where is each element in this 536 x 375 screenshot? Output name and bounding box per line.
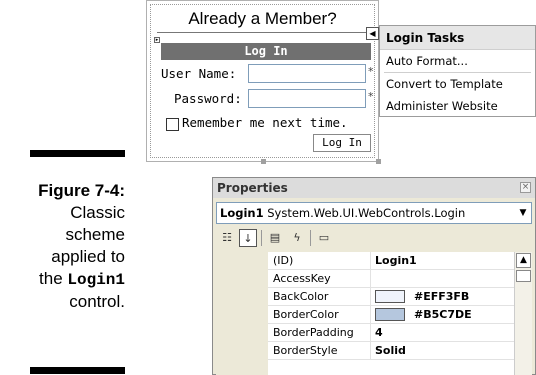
row-divider xyxy=(370,306,371,324)
login-header: Log In xyxy=(161,43,371,60)
row-divider xyxy=(370,270,371,288)
title-divider xyxy=(157,32,368,33)
property-value: Solid xyxy=(375,344,406,357)
expand-icon[interactable]: ▸ xyxy=(154,37,160,43)
properties-icon[interactable]: ▤ xyxy=(266,229,284,247)
password-required-marker: * xyxy=(368,90,374,103)
row-divider xyxy=(370,324,371,342)
property-name: BackColor xyxy=(273,290,329,303)
property-row-backcolor[interactable]: BackColor #EFF3FB xyxy=(268,288,514,306)
properties-title: Properties xyxy=(213,178,535,198)
caption-rule-top xyxy=(30,150,125,157)
property-value: #EFF3FB xyxy=(414,290,470,303)
row-divider xyxy=(370,252,371,270)
resize-handle-bottom[interactable] xyxy=(261,159,266,164)
password-label: Password: xyxy=(174,91,242,106)
properties-window: Properties × Login1 System.Web.UI.WebCon… xyxy=(212,177,536,375)
grid-gutter xyxy=(216,252,268,375)
username-required-marker: * xyxy=(368,65,374,78)
caption-control-code: Login1 xyxy=(67,271,125,289)
object-type: System.Web.UI.WebControls.Login xyxy=(267,206,466,220)
property-row-bordercolor[interactable]: BorderColor #B5C7DE xyxy=(268,306,514,324)
lightning-icon[interactable]: ϟ xyxy=(288,229,306,247)
password-input[interactable] xyxy=(248,89,366,108)
login-button[interactable]: Log In xyxy=(313,134,371,152)
caption-line: scheme xyxy=(65,225,125,244)
properties-toolbar: ☷ ↓ ▤ ϟ ▭ xyxy=(216,228,532,250)
property-row-accesskey[interactable]: AccessKey xyxy=(268,270,514,288)
figure-caption: Figure 7-4: Classic scheme applied to th… xyxy=(38,180,125,313)
smart-tag-left-icon[interactable]: ◀ xyxy=(366,27,379,40)
property-value: Login1 xyxy=(375,254,417,267)
caption-line: control. xyxy=(69,292,125,311)
object-name: Login1 xyxy=(220,206,264,220)
login-control-designer[interactable]: Already a Member? ▸ Log In User Name: * … xyxy=(146,0,381,164)
toolbar-divider xyxy=(310,230,311,246)
bordercolor-swatch xyxy=(375,308,405,321)
username-label: User Name: xyxy=(161,66,237,81)
property-name: AccessKey xyxy=(273,272,331,285)
close-icon[interactable]: × xyxy=(520,182,531,193)
caption-line-control: the Login1 xyxy=(38,268,125,291)
property-row-borderstyle[interactable]: BorderStyle Solid xyxy=(268,342,514,360)
property-pages-icon[interactable]: ▭ xyxy=(315,229,333,247)
remember-checkbox[interactable] xyxy=(166,118,179,131)
task-convert-to-template[interactable]: Convert to Template xyxy=(380,73,535,95)
backcolor-swatch xyxy=(375,290,405,303)
tasks-title: Login Tasks xyxy=(380,26,535,50)
property-row-borderpadding[interactable]: BorderPadding 4 xyxy=(268,324,514,342)
scroll-up-icon[interactable]: ▲ xyxy=(516,253,531,268)
categorized-icon[interactable]: ☷ xyxy=(218,229,236,247)
property-name: BorderPadding xyxy=(273,326,354,339)
chevron-down-icon[interactable]: ▼ xyxy=(515,203,531,223)
property-grid: (ID) Login1 AccessKey BackColor #EFF3FB … xyxy=(216,252,532,375)
figure-label: Figure 7-4: xyxy=(38,181,125,200)
scroll-thumb[interactable] xyxy=(516,270,531,282)
member-title: Already a Member? xyxy=(188,9,337,28)
caption-rule-bottom xyxy=(30,367,125,374)
task-auto-format[interactable]: Auto Format... xyxy=(380,50,535,72)
username-input[interactable] xyxy=(248,64,366,83)
task-administer-website[interactable]: Administer Website xyxy=(380,95,535,117)
login-tasks-panel: Login Tasks Auto Format... Convert to Te… xyxy=(379,25,536,117)
property-grid-scrollbar[interactable]: ▲ xyxy=(514,252,532,375)
property-value: 4 xyxy=(375,326,383,339)
row-divider xyxy=(370,288,371,306)
resize-handle-corner[interactable] xyxy=(376,159,381,164)
caption-line: applied to xyxy=(51,247,125,266)
sort-az-icon[interactable]: ↓ xyxy=(239,229,257,247)
caption-prefix: the xyxy=(39,269,68,288)
remember-label: Remember me next time. xyxy=(182,115,348,130)
row-divider xyxy=(370,342,371,360)
toolbar-divider xyxy=(261,230,262,246)
property-name: BorderColor xyxy=(273,308,339,321)
property-row-id[interactable]: (ID) Login1 xyxy=(268,252,514,270)
property-name: BorderStyle xyxy=(273,344,338,357)
object-selector[interactable]: Login1 System.Web.UI.WebControls.Login ▼ xyxy=(216,202,532,224)
property-name: (ID) xyxy=(273,254,294,267)
property-value: #B5C7DE xyxy=(414,308,472,321)
caption-line: Classic xyxy=(70,203,125,222)
